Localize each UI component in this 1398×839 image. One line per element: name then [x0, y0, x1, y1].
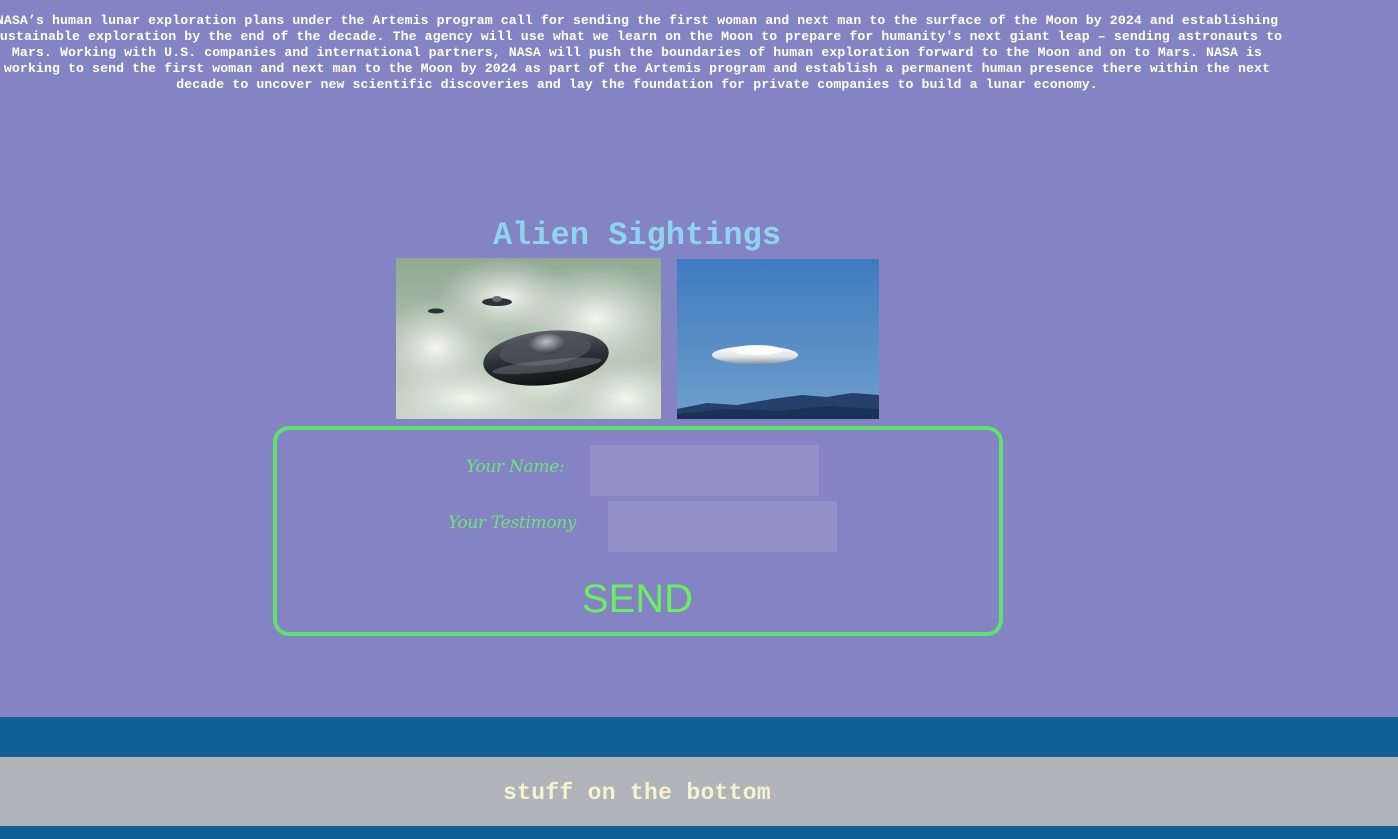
lenticular-cloud-photo [677, 259, 879, 419]
name-label: Your Name: [466, 457, 565, 477]
intro-paragraph: NASA’s human lunar exploration plans und… [0, 13, 1283, 92]
testimony-input[interactable] [608, 501, 837, 552]
ufo-fleet-photo [396, 258, 661, 419]
page-title: Alien Sightings [492, 217, 782, 254]
name-input[interactable] [590, 445, 819, 496]
footer-top-band [0, 717, 1398, 757]
send-button[interactable]: SEND [560, 574, 715, 624]
footer-bottom-band [0, 826, 1398, 839]
testimony-label: Your Testimony [448, 513, 577, 533]
footer-text: stuff on the bottom [503, 780, 771, 806]
